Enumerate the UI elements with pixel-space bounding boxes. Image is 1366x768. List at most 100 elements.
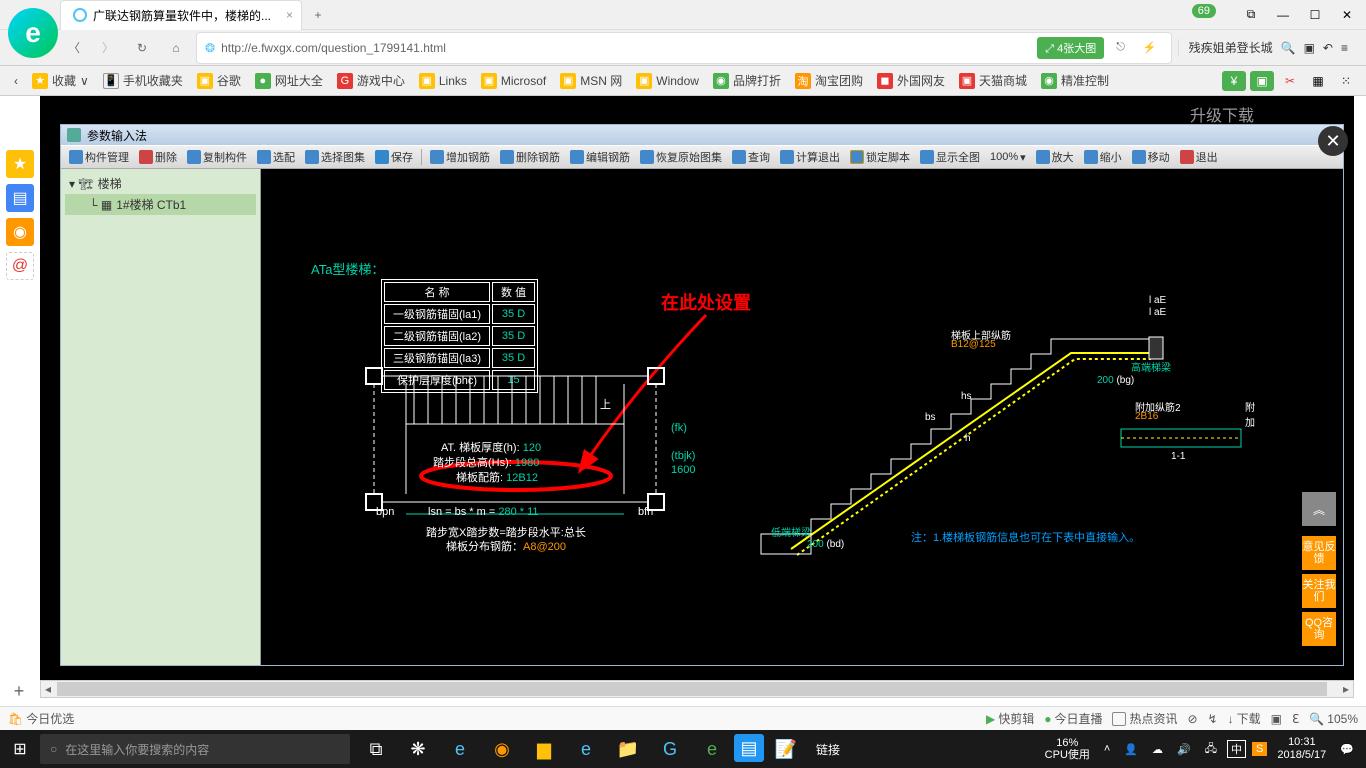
browser-logo[interactable]: e (8, 8, 58, 58)
tray-network-icon[interactable]: 🖧 (1201, 740, 1221, 759)
bookmark-item[interactable]: ●网址大全 (249, 69, 329, 92)
start-button[interactable]: ⊞ (0, 730, 40, 768)
tb-calc-exit[interactable]: 计算退出 (776, 147, 844, 167)
status-proxy-icon[interactable]: ℇ (1292, 712, 1299, 726)
cpu-meter[interactable]: 16%CPU使用 (1041, 737, 1094, 761)
side-title[interactable]: 残疾姐弟登长城 🔍 ▣ ↶ ≡ (1178, 39, 1358, 56)
task-view-icon[interactable]: ⧉ (356, 730, 396, 768)
app-fan-icon[interactable]: ❋ (398, 730, 438, 768)
status-block-icon[interactable]: ⊘ (1187, 712, 1197, 726)
forward-button[interactable]: 〉 (94, 34, 122, 62)
tb-zoom-out[interactable]: 缩小 (1080, 147, 1126, 167)
at-widget-icon[interactable]: @ (6, 252, 34, 280)
tb-show-all[interactable]: 显示全图 (916, 147, 984, 167)
bookmark-item[interactable]: ◼外国网友 (871, 69, 951, 92)
tb-zoom-pct[interactable]: 100% ▾ (986, 149, 1030, 166)
back-button[interactable]: 〈 (60, 34, 88, 62)
status-live[interactable]: ●今日直播 (1044, 710, 1102, 727)
app-blue-icon[interactable]: ▤ (734, 734, 764, 762)
tray-ime-mode[interactable]: 中 (1227, 740, 1246, 758)
tray-sogou-icon[interactable]: S (1252, 742, 1267, 756)
tray-datetime[interactable]: 10:312018/5/17 (1273, 736, 1330, 762)
follow-button[interactable]: 关注我们 (1302, 574, 1336, 608)
close-overlay-button[interactable]: ✕ (1318, 126, 1348, 156)
new-tab-bottom-button[interactable]: + (8, 680, 30, 702)
ext-apps-icon[interactable]: ⁙ (1334, 71, 1358, 91)
status-quickcut[interactable]: ▶快剪辑 (986, 710, 1034, 727)
bookmark-item[interactable]: 淘淘宝团购 (789, 69, 869, 92)
menu-icon[interactable]: ≡ (1341, 41, 1348, 55)
window-restore-icon[interactable]: ⧉ (1236, 3, 1266, 27)
status-download[interactable]: ↓ 下载 (1228, 710, 1261, 727)
app-g-icon[interactable]: G (650, 730, 690, 768)
ext-shield-icon[interactable]: ¥ (1222, 71, 1246, 91)
tb-lock-script[interactable]: 锁定脚本 (846, 147, 914, 167)
undo-icon[interactable]: ↶ (1323, 41, 1333, 55)
url-field[interactable]: ❂ http://e.fwxgx.com/question_1799141.ht… (196, 32, 1172, 64)
app-folder-icon[interactable]: 📁 (608, 730, 648, 768)
tb-restore-atlas[interactable]: 恢复原始图集 (636, 147, 726, 167)
tb-component-mgr[interactable]: 构件管理 (65, 147, 133, 167)
bookmark-item[interactable]: ▣Window (630, 70, 705, 92)
notification-badge[interactable]: 69 (1192, 4, 1216, 18)
bookmark-chevron[interactable]: ‹ (8, 71, 24, 91)
weibo-widget-icon[interactable]: ◉ (6, 218, 34, 246)
tb-query[interactable]: 查询 (728, 147, 774, 167)
tb-zoom-in[interactable]: 放大 (1032, 147, 1078, 167)
reload-button[interactable]: ↻ (128, 34, 156, 62)
app-explorer-icon[interactable]: ▆ (524, 730, 564, 768)
tb-exit[interactable]: 退出 (1176, 147, 1222, 167)
app-e360-icon[interactable]: e (692, 730, 732, 768)
app-firefox-icon[interactable]: ◉ (482, 730, 522, 768)
feedback-button[interactable]: 意见反馈 (1302, 536, 1336, 570)
bookmark-item[interactable]: ▣天猫商城 (953, 69, 1033, 92)
tree-child[interactable]: └ ▦ 1#楼梯 CTb1 (65, 194, 256, 215)
tray-user-icon[interactable]: 👤 (1120, 743, 1142, 756)
tray-chevron-icon[interactable]: ˄ (1100, 743, 1114, 755)
tb-copy[interactable]: 复制构件 (183, 147, 251, 167)
qq-button[interactable]: QQ咨询 (1302, 612, 1336, 646)
bookmark-item[interactable]: ▣Microsof (475, 70, 552, 92)
tb-save[interactable]: 保存 (371, 147, 417, 167)
window-close-icon[interactable]: ✕ (1332, 3, 1362, 27)
doc-widget-icon[interactable]: ▤ (6, 184, 34, 212)
tb-move[interactable]: 移动 (1128, 147, 1174, 167)
bookmark-item[interactable]: ◉品牌打折 (707, 69, 787, 92)
status-zoom[interactable]: 🔍 105% (1309, 712, 1358, 726)
tb-add-rebar[interactable]: 增加钢筋 (426, 147, 494, 167)
app-edge-icon[interactable]: e (440, 730, 480, 768)
window-minimize-icon[interactable]: — (1268, 3, 1298, 27)
bookmark-item[interactable]: ◉精准控制 (1035, 69, 1115, 92)
search-icon[interactable]: 🔍 (1281, 41, 1296, 55)
browser-tab[interactable]: 广联达钢筋算量软件中，楼梯的... × (60, 0, 302, 30)
star-widget-icon[interactable]: ★ (6, 150, 34, 178)
tray-notification-icon[interactable]: 💬 (1336, 743, 1358, 756)
tb-edit-rebar[interactable]: 编辑钢筋 (566, 147, 634, 167)
horizontal-scrollbar[interactable]: ◂ ▸ (40, 680, 1354, 698)
bookmark-item[interactable]: G游戏中心 (331, 69, 411, 92)
ext-calendar-icon[interactable]: ▦ (1306, 71, 1330, 91)
bookmark-item[interactable]: ▣MSN 网 (554, 69, 628, 92)
tb-delete[interactable]: 删除 (135, 147, 181, 167)
ext-scissors-icon[interactable]: ✂ (1278, 71, 1302, 91)
bookmark-fav[interactable]: ★收藏 ∨ (26, 69, 95, 92)
drawing-canvas[interactable]: ATa型楼梯： 名 称数 值 一级钢筋锚固(la1)35 D 二级钢筋锚固(la… (261, 169, 1343, 665)
bookmark-item[interactable]: ▣Links (413, 70, 473, 92)
bolt-icon[interactable]: ⚡ (1137, 38, 1163, 57)
tb-del-rebar[interactable]: 删除钢筋 (496, 147, 564, 167)
app-ie-icon[interactable]: e (566, 730, 606, 768)
bookmark-item[interactable]: 📱手机收藏夹 (97, 69, 189, 92)
tb-select[interactable]: 选配 (253, 147, 299, 167)
status-hotnews[interactable]: 热点资讯 (1112, 710, 1177, 727)
multi-window-icon[interactable]: ▣ (1304, 41, 1315, 55)
share-icon[interactable]: ⎋ (1110, 38, 1131, 57)
ext-green-icon[interactable]: ▣ (1250, 71, 1274, 91)
status-sync-icon[interactable]: ↯ (1208, 712, 1218, 726)
status-app-icon[interactable]: ▣ (1271, 712, 1282, 726)
taskbar-search[interactable]: ○ 在这里输入你要搜索的内容 (40, 734, 350, 764)
new-tab-button[interactable]: + (306, 3, 330, 27)
close-icon[interactable]: × (286, 8, 293, 22)
enlarge-button[interactable]: ⤢ 4张大图 (1037, 37, 1104, 59)
tray-onedrive-icon[interactable]: ☁ (1148, 743, 1167, 756)
status-today[interactable]: 🛍今日优选 (8, 710, 74, 727)
